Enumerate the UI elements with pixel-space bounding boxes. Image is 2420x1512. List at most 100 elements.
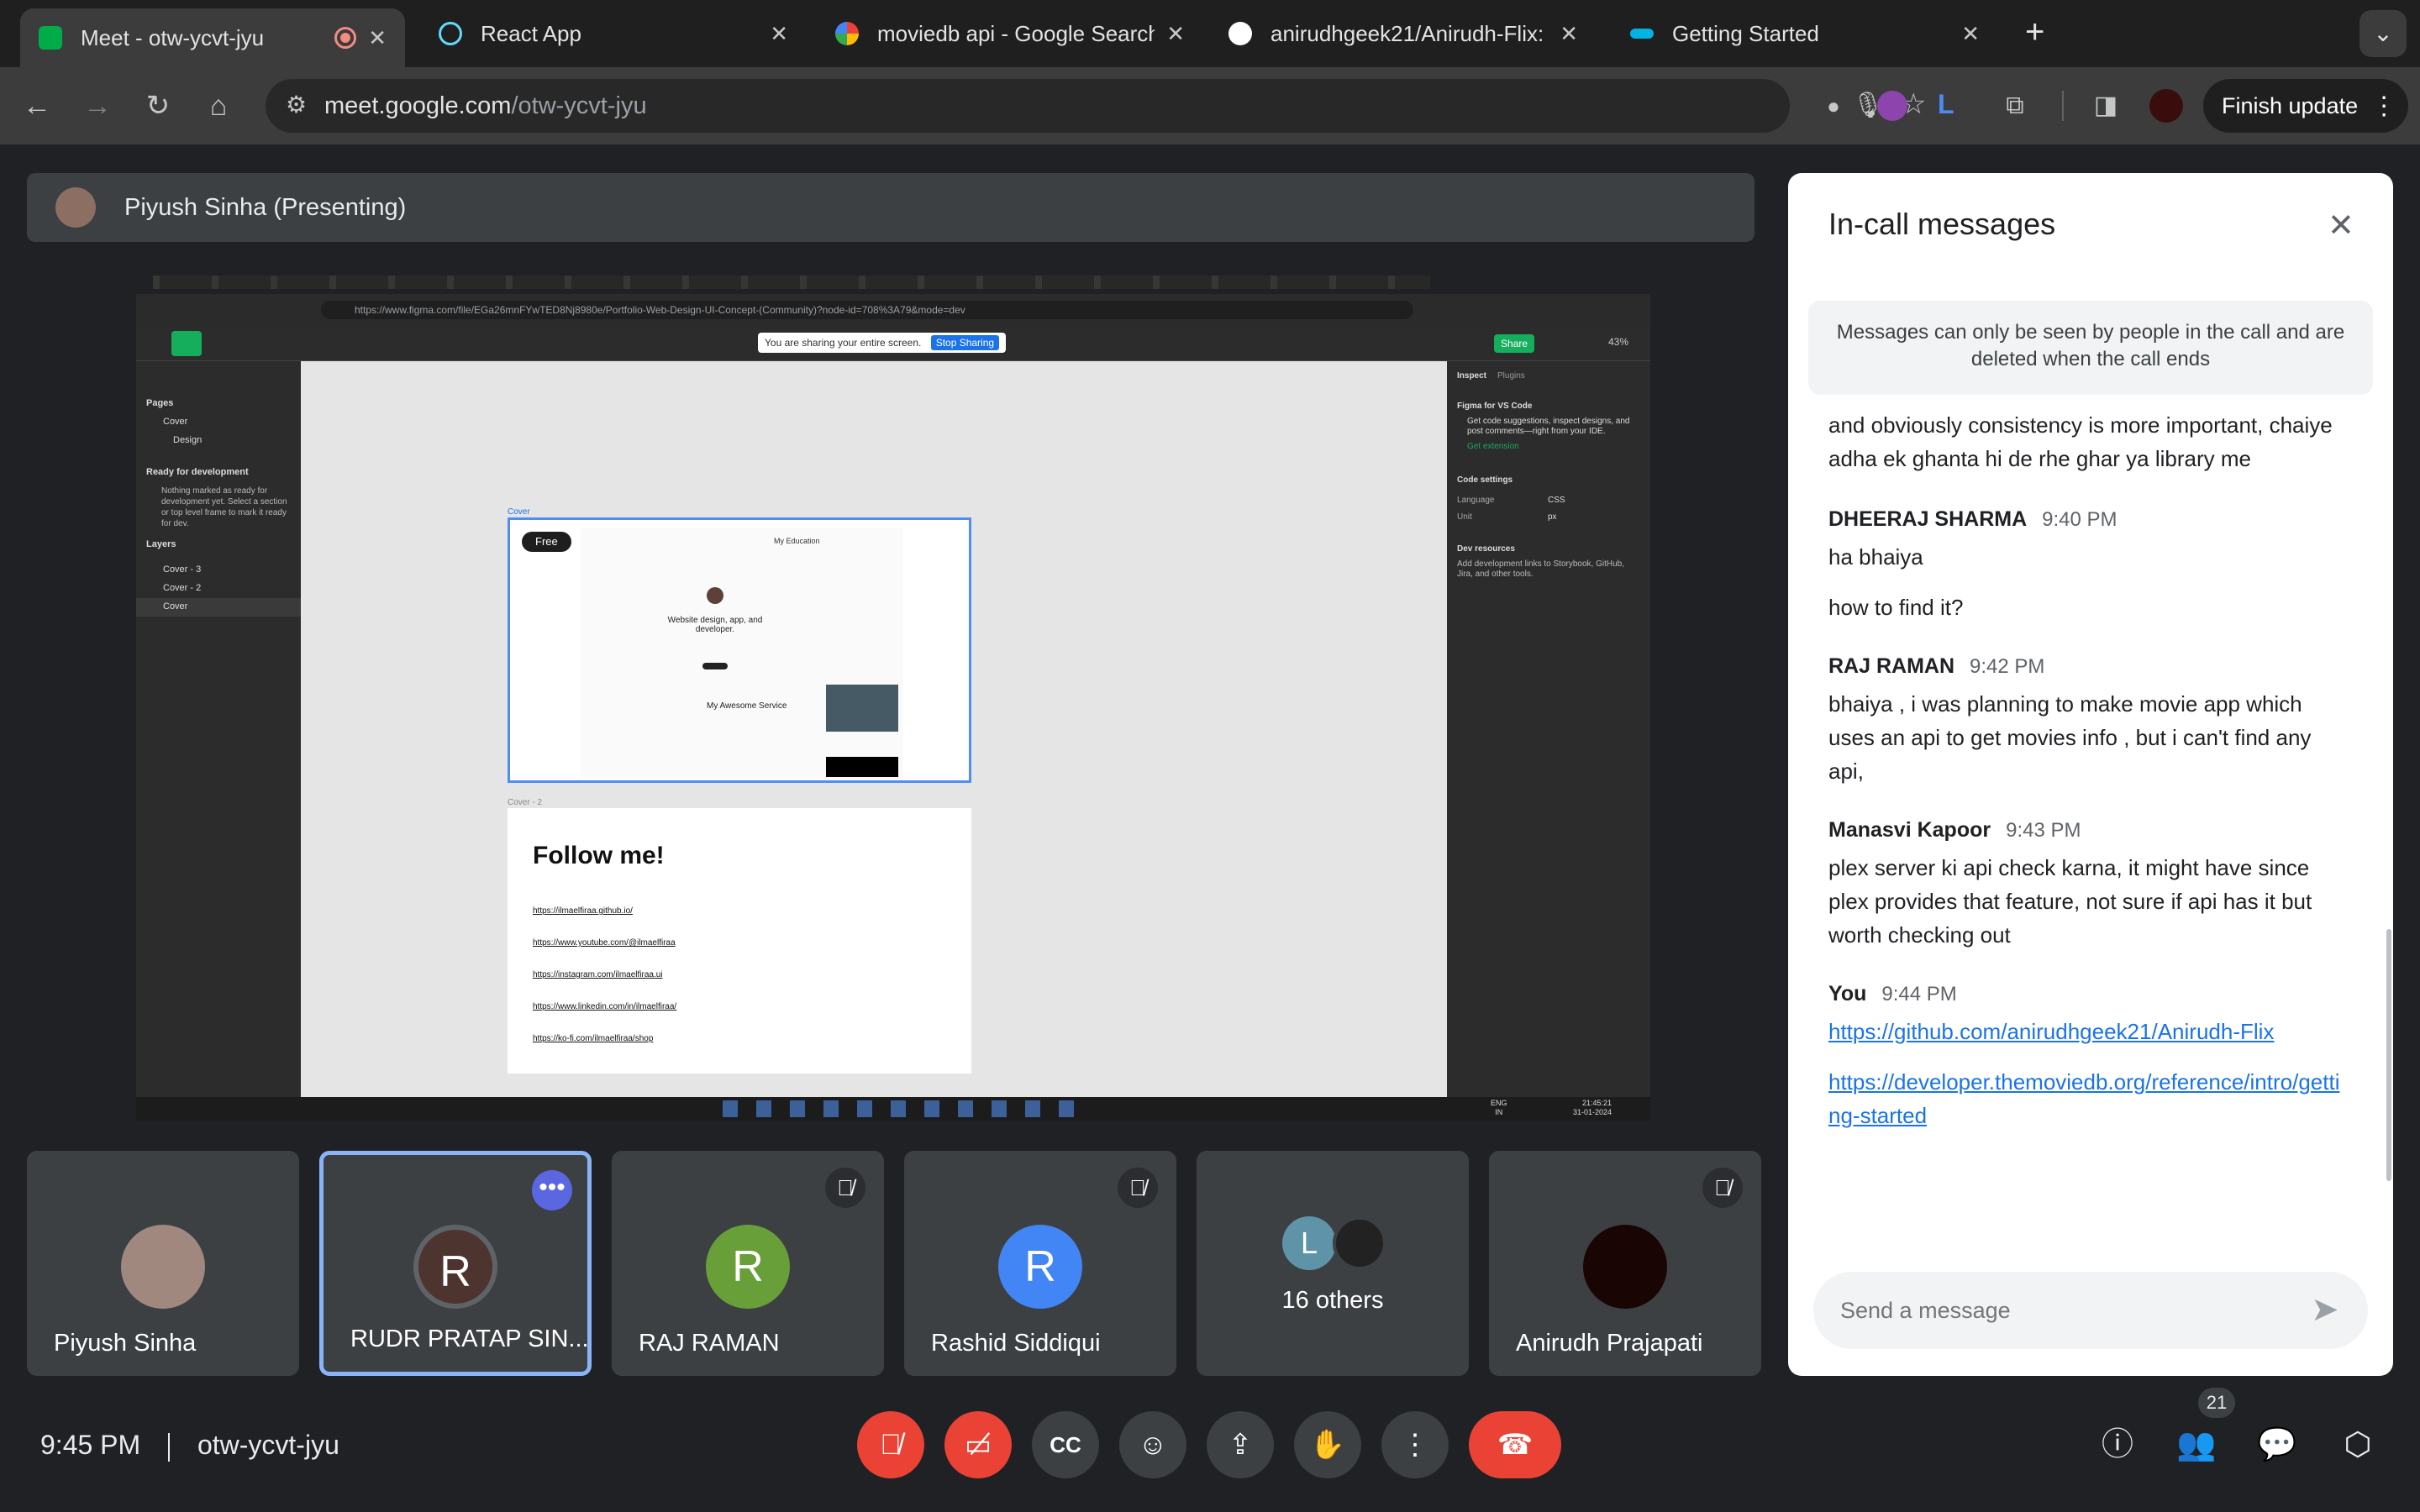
- taskbar-time: 21:45:21: [1582, 1099, 1612, 1107]
- message-sender: DHEERAJ SHARMA: [1828, 507, 2028, 531]
- get-extension: Get extension: [1467, 442, 1519, 451]
- code-settings: Code settings: [1457, 475, 1513, 485]
- raise-hand-button[interactable]: ✋: [1294, 1411, 1361, 1478]
- free-badge: Free: [522, 532, 571, 552]
- message-input[interactable]: [1840, 1289, 2277, 1332]
- messages-notice: Messages can only be seen by people in t…: [1808, 301, 2373, 395]
- current-time: 9:45 PM: [40, 1430, 141, 1460]
- present-screen-icon: ⇪: [1228, 1429, 1253, 1461]
- follow-links: https://ilmaelfiraa.github.io/ https://w…: [533, 895, 676, 1055]
- tab-react-app[interactable]: React App ✕: [420, 8, 807, 59]
- browser-toolbar: ← → ↻ ⌂ ⚙ meet.google.com/otw-ycvt-jyu 🎙…: [0, 67, 2420, 144]
- captions-button[interactable]: CC: [1032, 1411, 1099, 1478]
- more-options-icon[interactable]: •••: [532, 1170, 572, 1210]
- address-bar[interactable]: ⚙ meet.google.com/otw-ycvt-jyu 🎙 ☆: [266, 79, 1926, 133]
- follow-link: https://instagram.com/ilmaelfiraa.ui: [533, 970, 663, 979]
- tab-label: Getting Started: [1672, 20, 1819, 46]
- participant-name: RAJ RAMAN: [639, 1330, 780, 1357]
- others-tile[interactable]: L 16 others: [1197, 1151, 1469, 1376]
- message-text: plex server ki api check karna, it might…: [1828, 855, 2312, 948]
- message-link[interactable]: https://developer.themoviedb.org/referen…: [1828, 1065, 2349, 1132]
- activities-button[interactable]: ⬡: [2333, 1420, 2383, 1470]
- taskbar-apps: [723, 1100, 1076, 1117]
- close-tab-icon[interactable]: ✕: [1166, 21, 1185, 47]
- tab-label: moviedb api - Google Search: [877, 20, 1155, 46]
- close-icon[interactable]: ✕: [2328, 207, 2354, 244]
- mic-off-icon: 🎙̸: [880, 1429, 902, 1461]
- tab-github[interactable]: anirudhgeek21/Anirudh-Flix: A ✕: [1210, 8, 1597, 59]
- close-tab-icon[interactable]: ✕: [368, 25, 387, 51]
- reactions-button[interactable]: ☺: [1119, 1411, 1186, 1478]
- camera-off-icon: ▭̸: [964, 1429, 992, 1461]
- service-image-dark: [826, 757, 898, 777]
- mic-off-icon: 🎙̸: [825, 1168, 865, 1208]
- others-count: 16 others: [1281, 1287, 1384, 1314]
- tab-search-chevron-icon[interactable]: ⌄: [2360, 10, 2407, 57]
- send-icon[interactable]: ➤: [2311, 1290, 2339, 1329]
- participant-tile-active[interactable]: R ••• RUDR PRATAP SIN...: [319, 1151, 592, 1376]
- message-input-container: ➤: [1813, 1272, 2368, 1349]
- frame-label: Cover: [508, 507, 530, 517]
- meeting-details-button[interactable]: ⓘ: [2092, 1420, 2143, 1470]
- leave-call-button[interactable]: ☎: [1469, 1411, 1561, 1478]
- participant-tile[interactable]: 🎙̸ R RAJ RAMAN: [612, 1151, 884, 1376]
- finish-update-button[interactable]: Finish update ⋮: [2203, 79, 2408, 133]
- figma-vscode-text: Get code suggestions, inspect designs, a…: [1467, 417, 1630, 436]
- layer-item: Cover - 3: [163, 564, 202, 575]
- figma-dev-mode-icon: [171, 331, 202, 356]
- messages-scrollbar[interactable]: [2386, 929, 2391, 1181]
- mic-off-button[interactable]: 🎙̸: [857, 1411, 924, 1478]
- close-tab-icon[interactable]: ✕: [1961, 21, 1980, 47]
- plugins-tab: Plugins: [1497, 371, 1525, 381]
- side-panel-icon[interactable]: ◨: [2089, 89, 2123, 123]
- present-button[interactable]: ⇪: [1207, 1411, 1274, 1478]
- people-button[interactable]: 👥: [2171, 1420, 2222, 1470]
- tab-google-search[interactable]: moviedb api - Google Search ✕: [817, 8, 1203, 59]
- message-sender: Manasvi Kapoor: [1828, 818, 1991, 842]
- meeting-info: 9:45 PM otw-ycvt-jyu: [40, 1430, 339, 1462]
- close-tab-icon[interactable]: ✕: [1560, 21, 1578, 47]
- profile-avatar[interactable]: [2149, 89, 2183, 123]
- page-item: Cover: [163, 417, 188, 427]
- back-icon[interactable]: ←: [20, 89, 54, 123]
- participant-tile[interactable]: Piyush Sinha: [27, 1151, 299, 1376]
- follow-title: Follow me!: [533, 842, 665, 869]
- figma-vscode-title: Figma for VS Code: [1457, 402, 1533, 411]
- more-vert-icon[interactable]: ⋮: [2371, 92, 2396, 121]
- home-icon[interactable]: ⌂: [202, 89, 235, 123]
- tab-meet[interactable]: Meet - otw-ycvt-jyu ✕: [20, 8, 405, 67]
- ready-title: Ready for development: [146, 467, 249, 477]
- forward-icon[interactable]: →: [81, 89, 114, 123]
- chat-button[interactable]: 💬: [2252, 1420, 2302, 1470]
- cover-frame: Free My Education Website design, app, a…: [508, 517, 971, 783]
- more-options-button[interactable]: ⋮: [1381, 1411, 1449, 1478]
- follow-link: https://www.linkedin.com/in/ilmaelfiraa/: [533, 1002, 677, 1011]
- extension-l-icon[interactable]: L: [1938, 89, 1954, 120]
- camera-off-button[interactable]: ▭̸: [944, 1411, 1012, 1478]
- captions-icon: CC: [1050, 1432, 1081, 1457]
- unit-value: px: [1548, 512, 1557, 522]
- participant-tile[interactable]: 🎙̸ R Rashid Siddiqui: [904, 1151, 1176, 1376]
- shared-browser-toolbar: https://www.figma.com/file/EGa26mnFYwTED…: [136, 294, 1650, 326]
- reload-icon[interactable]: ↻: [141, 89, 175, 123]
- emoji-icon: ☺: [1138, 1429, 1168, 1461]
- dev-resources-text: Add development links to Storybook, GitH…: [1457, 559, 1624, 579]
- tab-label: anirudhgeek21/Anirudh-Flix: A: [1270, 20, 1549, 46]
- tab-getting-started[interactable]: Getting Started ✕: [1612, 8, 1998, 59]
- follow-link: https://ilmaelfiraa.github.io/: [533, 906, 633, 916]
- extensions-puzzle-icon[interactable]: ⧉: [1998, 89, 2032, 123]
- message-text: ha bhaiya: [1828, 544, 1923, 570]
- close-tab-icon[interactable]: ✕: [770, 21, 788, 47]
- tmdb-icon: [1630, 29, 1654, 39]
- message-link[interactable]: https://github.com/anirudhgeek21/Anirudh…: [1828, 1015, 2349, 1048]
- participant-tile[interactable]: 🎙̸ Anirudh Prajapati: [1489, 1151, 1761, 1376]
- new-tab-icon[interactable]: +: [2025, 13, 2044, 51]
- extension-icon[interactable]: ●: [1817, 89, 1850, 123]
- tab-label: Meet - otw-ycvt-jyu: [81, 24, 265, 50]
- figma-canvas: Cover Free My Education Website design, …: [301, 361, 1571, 1097]
- hand-icon: ✋: [1309, 1429, 1346, 1461]
- extension-purple-icon[interactable]: [1877, 91, 1907, 121]
- site-settings-icon[interactable]: ⚙: [286, 91, 307, 118]
- page-item: Design: [173, 435, 203, 445]
- in-call-messages-panel: In-call messages ✕ Messages can only be …: [1788, 173, 2393, 1376]
